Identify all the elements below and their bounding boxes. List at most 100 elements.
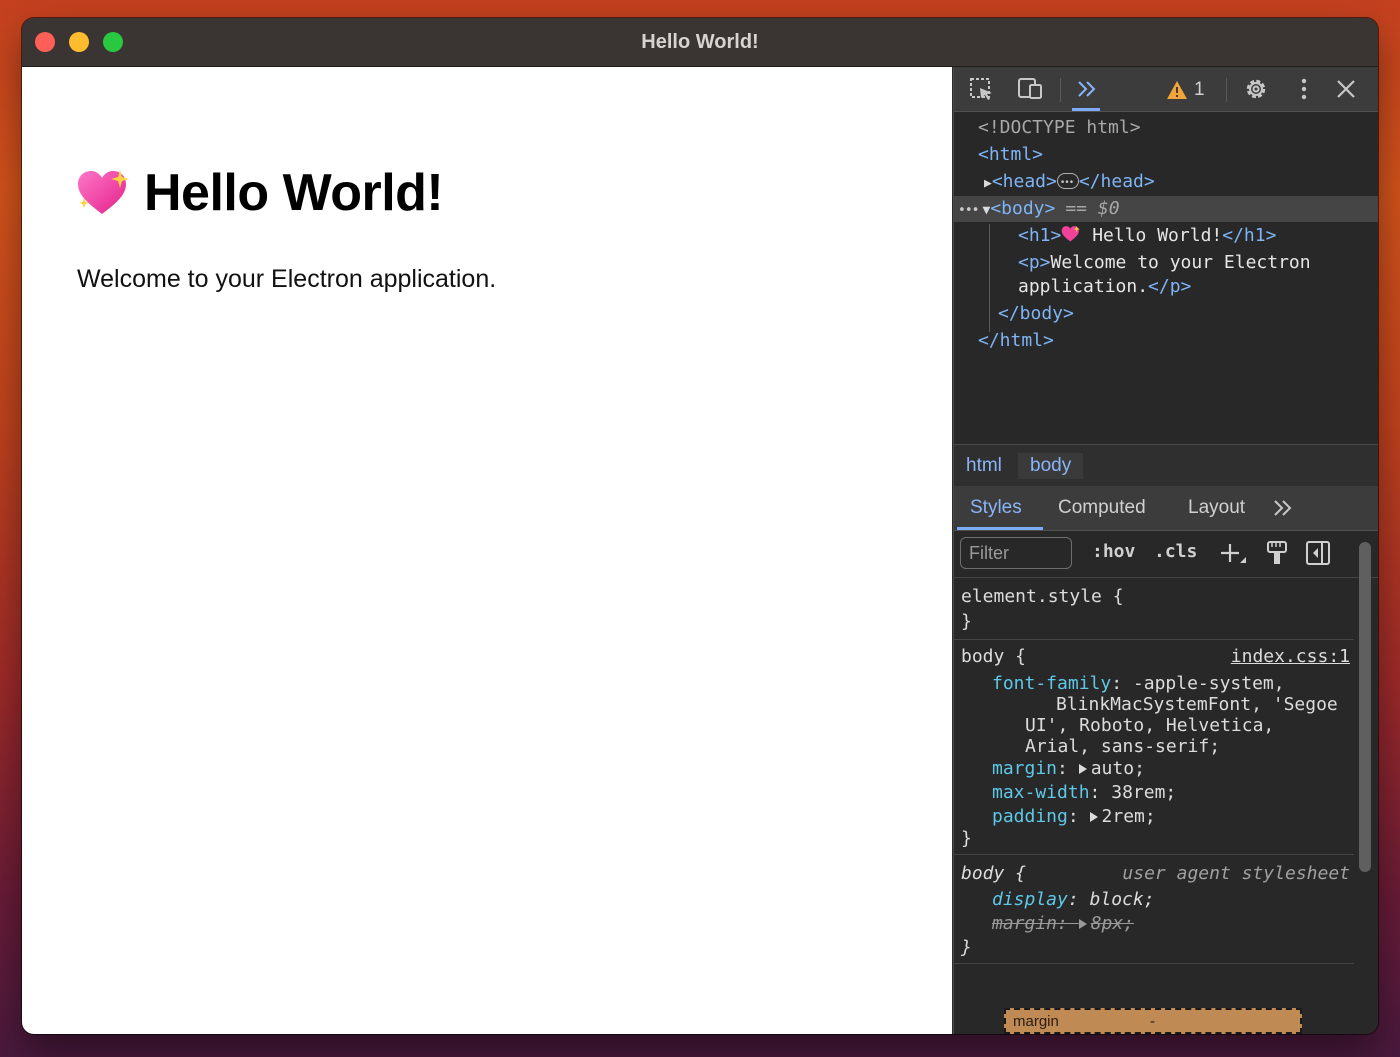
p-open-tag: <p>	[1018, 252, 1051, 273]
p-text-line-1: Welcome to your Electron	[1050, 252, 1311, 273]
toolbar-separator	[1060, 78, 1061, 102]
element-style-close: }	[961, 611, 972, 632]
inspect-element-icon[interactable]	[968, 76, 996, 102]
p-node[interactable]: <p>Welcome to your Electron	[1018, 250, 1311, 276]
node-actions-icon[interactable]: •••	[958, 203, 980, 218]
more-tabs-icon[interactable]	[1074, 76, 1102, 102]
indent-guide	[989, 224, 990, 332]
tab-layout[interactable]: Layout	[1188, 486, 1245, 530]
breadcrumb: html body	[954, 444, 1378, 487]
active-tab-indicator	[957, 527, 1043, 530]
font-family-value-line-2: BlinkMacSystemFont, 'Segoe	[1056, 694, 1338, 715]
ua-margin-property: margin:	[992, 913, 1068, 934]
title-bar[interactable]: Hello World!	[22, 18, 1378, 67]
page-content: Hello World! Welcome to your Electron ap…	[22, 67, 952, 1034]
head-close-tag: </head>	[1078, 171, 1155, 192]
font-family-value-line-4: Arial, sans-serif;	[1025, 736, 1221, 757]
p-close-tag: </p>	[1148, 276, 1192, 297]
toggle-sidebar-icon[interactable]	[1304, 539, 1332, 567]
ua-stylesheet-label: user agent stylesheet	[1122, 863, 1350, 884]
display-value: block;	[1089, 889, 1155, 910]
body-rule-close: }	[961, 828, 972, 849]
page-heading: Hello World!	[76, 163, 444, 223]
devtools-toolbar: 1	[954, 67, 1378, 112]
max-width-value: 38rem;	[1111, 782, 1177, 803]
h1-node[interactable]: <h1> Hello World!</h1>	[1018, 223, 1276, 249]
font-family-declaration[interactable]: font-family: -apple-system,	[992, 673, 1285, 694]
expand-triangle-icon[interactable]: ▶	[984, 176, 992, 191]
margin-declaration[interactable]: margin: auto;	[992, 758, 1145, 779]
tab-styles[interactable]: Styles	[970, 486, 1022, 530]
body-style-rule[interactable]: body { index.css:1 font-family: -apple-s…	[954, 640, 1354, 855]
max-width-declaration[interactable]: max-width: 38rem;	[992, 782, 1176, 803]
expand-shorthand-icon[interactable]	[1089, 812, 1098, 822]
style-rules: element.style { } body { index.css:1 fon…	[954, 578, 1354, 1034]
collapsed-ellipsis-icon[interactable]	[1056, 170, 1079, 196]
head-open-tag: <head>	[991, 171, 1057, 192]
hover-state-button[interactable]: :hov	[1092, 541, 1135, 562]
h1-open-tag: <h1>	[1018, 225, 1062, 246]
close-icon[interactable]	[1332, 76, 1360, 102]
class-toggle-button[interactable]: .cls	[1154, 541, 1197, 562]
breadcrumb-html[interactable]: html	[954, 453, 1014, 479]
body-close-node[interactable]: </body>	[998, 301, 1074, 327]
font-family-value-line-3: UI', Roboto, Helvetica,	[1025, 715, 1275, 736]
heading-text: Hello World!	[144, 164, 444, 222]
new-style-rule-icon[interactable]	[1218, 541, 1248, 569]
display-declaration[interactable]: display: block;	[992, 889, 1155, 910]
margin-value: auto;	[1090, 758, 1145, 779]
html-close-node[interactable]: </html>	[978, 328, 1054, 354]
toolbar-separator	[1226, 78, 1227, 102]
sparkling-heart-icon	[78, 170, 129, 214]
user-agent-style-rule[interactable]: body { user agent stylesheet display: bl…	[954, 855, 1354, 964]
stylesheet-source-link[interactable]: index.css:1	[1231, 646, 1350, 667]
h1-text: Hello World!	[1081, 225, 1223, 246]
display-property: display	[992, 889, 1068, 910]
head-node[interactable]: ▶<head> </head>	[984, 169, 1155, 196]
padding-declaration[interactable]: padding: 2rem;	[992, 806, 1156, 827]
html-node[interactable]: <html>	[978, 142, 1043, 168]
kebab-menu-icon[interactable]	[1290, 76, 1318, 102]
font-family-property: font-family	[992, 673, 1112, 694]
margin-property: margin	[992, 758, 1058, 779]
p-text-line-2: application.	[1018, 276, 1149, 297]
h1-close-tag: </h1>	[1222, 225, 1277, 246]
warnings-button[interactable]: 1	[1166, 77, 1205, 103]
selected-node-marker: == $0	[1065, 198, 1120, 219]
window-title: Hello World!	[641, 31, 759, 53]
p-node-continued[interactable]: application.</p>	[1018, 274, 1191, 300]
box-model-margin[interactable]: margin -	[1004, 1008, 1302, 1034]
body-rule-selector: body {	[961, 646, 1027, 667]
styles-filter-input[interactable]	[960, 537, 1072, 569]
box-model-margin-value: -	[1150, 1013, 1155, 1030]
breadcrumb-body[interactable]: body	[1018, 453, 1084, 479]
tab-computed[interactable]: Computed	[1058, 486, 1146, 530]
paintbrush-icon[interactable]	[1264, 539, 1290, 567]
more-tabs-active-indicator	[1072, 108, 1100, 111]
more-tabs-icon[interactable]	[1272, 498, 1296, 518]
warning-icon	[1167, 81, 1187, 99]
device-toolbar-icon[interactable]	[1016, 76, 1044, 102]
welcome-paragraph: Welcome to your Electron application.	[77, 265, 497, 293]
body-open-tag: <body>	[990, 198, 1056, 219]
sidebar-tabs: Styles Computed Layout	[954, 486, 1378, 531]
ua-rule-close: }	[961, 937, 972, 958]
expand-shorthand-icon[interactable]	[1078, 919, 1087, 929]
font-family-value: : -apple-system,	[1111, 673, 1285, 694]
devtools-panel: 1 <!DOCTYPE html> <html> ▶<head>••• </he…	[953, 67, 1378, 1034]
expand-shorthand-icon[interactable]	[1078, 764, 1087, 774]
elements-tree: <!DOCTYPE html> <html> ▶<head> </head> ••…	[954, 112, 1378, 442]
app-window: Hello World! Hello World! Welcome to you…	[22, 18, 1378, 1034]
doctype-node[interactable]: <!DOCTYPE html>	[978, 115, 1141, 141]
box-model-margin-label: margin	[1013, 1013, 1059, 1030]
styles-scrollbar[interactable]	[1359, 542, 1371, 872]
element-style-rule[interactable]: element.style { }	[954, 578, 1354, 640]
settings-icon[interactable]	[1242, 76, 1270, 102]
ua-rule-selector: body {	[961, 863, 1027, 884]
max-width-property: max-width	[992, 782, 1090, 803]
body-node[interactable]: ••• ▼<body> == $0	[958, 196, 1120, 222]
sparkling-heart-icon	[1062, 225, 1081, 242]
padding-value: 2rem;	[1101, 806, 1156, 827]
overridden-margin-declaration[interactable]: margin: 8px;	[992, 913, 1134, 934]
padding-property: padding	[992, 806, 1068, 827]
